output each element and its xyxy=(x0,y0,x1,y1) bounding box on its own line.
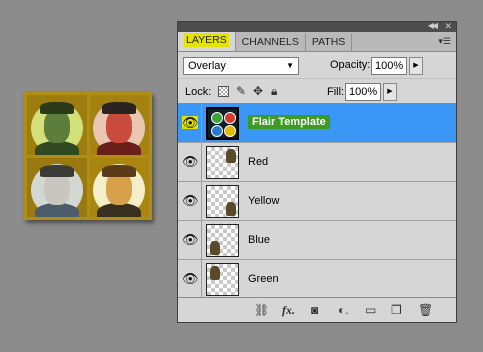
panel-menu-icon[interactable]: ▾☰ xyxy=(438,36,451,47)
lock-all-icon[interactable]: 🔒︎ xyxy=(271,84,277,99)
tab-label: PATHS xyxy=(311,36,346,48)
preview-quadrant-blue xyxy=(27,157,87,217)
thumb-figure xyxy=(210,241,220,255)
thumb-figure xyxy=(226,149,236,163)
tab-layers[interactable]: LAYERS xyxy=(178,32,236,51)
lock-transparent-pixels-icon[interactable] xyxy=(218,86,229,97)
visibility-cell[interactable]: 👁︎ xyxy=(178,182,202,220)
opacity-label: Opacity: xyxy=(330,59,371,71)
fx-icon[interactable]: fx. xyxy=(282,303,295,318)
template-dot xyxy=(211,125,223,137)
chevron-down-icon: ▼ xyxy=(286,61,294,70)
layers-list: 👁︎ Flair Template 👁︎ Red 👁︎ Yellow 👁︎ Bl… xyxy=(178,103,456,299)
preview-quadrant-yellow xyxy=(89,157,149,217)
add-mask-icon[interactable]: ◙ xyxy=(311,303,318,317)
adjustment-layer-icon[interactable]: ◐. xyxy=(338,303,349,317)
layer-thumbnail xyxy=(206,146,239,179)
panel-title-bar[interactable]: ◀◀ ✕ xyxy=(178,21,456,32)
figure-face xyxy=(43,108,70,143)
tab-label: CHANNELS xyxy=(241,36,299,48)
panel-tabs: LAYERS CHANNELS PATHS ▾☰ xyxy=(178,32,456,52)
fill-slider-button[interactable]: ▶ xyxy=(383,83,397,101)
layer-row-flair-template[interactable]: 👁︎ Flair Template xyxy=(178,104,456,143)
visibility-cell[interactable]: 👁︎ xyxy=(178,104,202,142)
preview-quadrant-red xyxy=(89,95,149,155)
figure-hat xyxy=(102,164,137,177)
layer-name[interactable]: Yellow xyxy=(248,195,279,207)
tab-channels[interactable]: CHANNELS xyxy=(236,34,306,51)
layer-name[interactable]: Flair Template xyxy=(248,115,330,129)
lock-position-icon[interactable]: ✥ xyxy=(253,84,263,98)
layer-name[interactable]: Green xyxy=(248,273,279,285)
blend-row: Overlay ▼ Opacity: 100% ▶ xyxy=(178,52,456,78)
figure-body xyxy=(34,203,79,217)
layers-bottom-toolbar: ⛓︎ fx. ◙ ◐. ▭ ❐ 🗑︎ xyxy=(178,297,456,322)
layer-thumbnail xyxy=(206,224,239,257)
visibility-cell[interactable]: 👁︎ xyxy=(178,143,202,181)
layer-row-blue[interactable]: 👁︎ Blue xyxy=(178,221,456,260)
template-dot xyxy=(211,112,223,124)
collapse-icon[interactable]: ◀◀ xyxy=(428,21,438,30)
template-dot xyxy=(224,125,236,137)
opacity-input[interactable]: 100% xyxy=(371,57,407,75)
template-dot xyxy=(224,112,236,124)
trash-icon[interactable]: 🗑︎ xyxy=(418,303,433,317)
blend-mode-select[interactable]: Overlay ▼ xyxy=(183,57,299,75)
opacity-slider-button[interactable]: ▶ xyxy=(409,57,423,75)
thumb-figure xyxy=(210,266,220,280)
lock-image-pixels-icon[interactable]: ✎ xyxy=(236,84,246,98)
thumb-figure xyxy=(226,202,236,216)
visibility-cell[interactable]: 👁︎ xyxy=(178,221,202,259)
eye-icon[interactable]: 👁︎ xyxy=(182,155,199,168)
eye-icon[interactable]: 👁︎ xyxy=(182,272,199,285)
lock-label: Lock: xyxy=(185,86,212,98)
layer-name[interactable]: Blue xyxy=(248,234,270,246)
figure-face xyxy=(106,108,133,143)
layer-thumbnail xyxy=(206,185,239,218)
figure-hat xyxy=(39,102,74,115)
figure-hat xyxy=(39,164,74,177)
eye-icon[interactable]: 👁︎ xyxy=(182,233,199,246)
layer-row-green[interactable]: 👁︎ Green xyxy=(178,260,456,299)
blend-mode-value: Overlay xyxy=(188,60,226,72)
new-group-icon[interactable]: ▭ xyxy=(365,303,376,317)
link-layers-icon[interactable]: ⛓︎ xyxy=(254,303,269,317)
layer-row-yellow[interactable]: 👁︎ Yellow xyxy=(178,182,456,221)
close-icon[interactable]: ✕ xyxy=(444,21,452,32)
fill-input[interactable]: 100% xyxy=(345,83,381,101)
tab-label: LAYERS xyxy=(184,33,229,47)
layer-row-red[interactable]: 👁︎ Red xyxy=(178,143,456,182)
preview-quadrant-green xyxy=(27,95,87,155)
eye-icon[interactable]: 👁︎ xyxy=(182,194,199,207)
layer-thumbnail xyxy=(206,263,239,296)
fill-label: Fill: xyxy=(327,86,345,98)
figure-hat xyxy=(102,102,137,115)
visibility-cell[interactable]: 👁︎ xyxy=(178,260,202,298)
new-layer-icon[interactable]: ❐ xyxy=(391,303,402,317)
layers-panel: ◀◀ ✕ LAYERS CHANNELS PATHS ▾☰ Overlay ▼ … xyxy=(177,21,457,323)
eye-icon[interactable]: 👁︎ xyxy=(182,116,199,129)
figure-body xyxy=(97,203,142,217)
layer-name[interactable]: Red xyxy=(248,156,268,168)
layer-thumbnail xyxy=(206,107,239,140)
canvas-preview xyxy=(24,92,152,220)
lock-row: Lock: ✎ ✥ 🔒︎ Fill: 100% ▶ xyxy=(178,78,456,104)
tab-paths[interactable]: PATHS xyxy=(306,34,353,51)
